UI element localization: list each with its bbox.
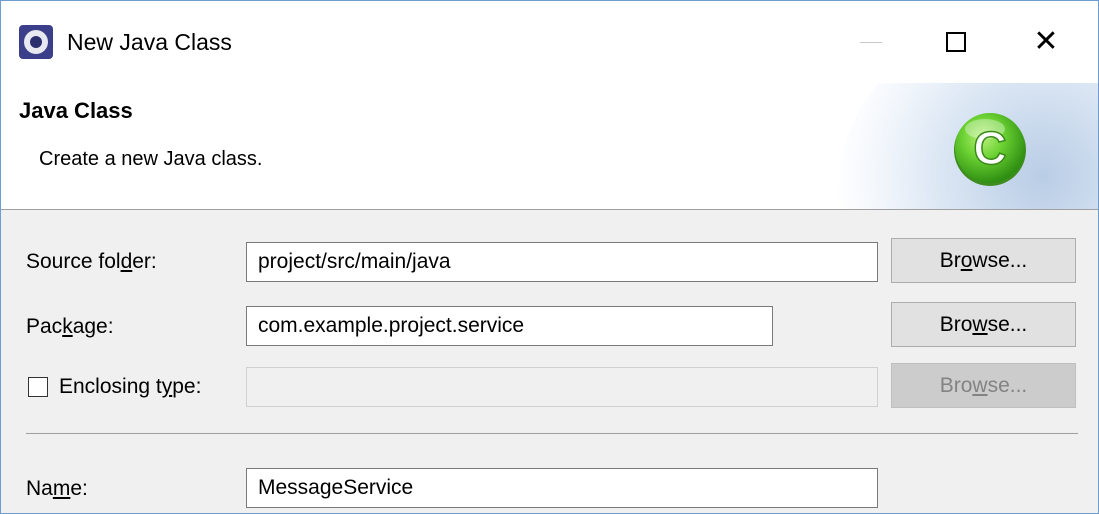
minimize-icon <box>860 41 882 43</box>
maximize-icon <box>946 32 966 52</box>
source-folder-browse-button[interactable]: Browse... <box>891 238 1076 283</box>
title-bar[interactable]: New Java Class ✕ <box>1 1 1098 83</box>
class-form: Source folder: Browse... Package: Browse… <box>1 210 1098 513</box>
source-folder-field[interactable] <box>246 242 878 282</box>
enclosing-type-label[interactable]: Enclosing type: <box>59 373 201 401</box>
form-separator <box>26 433 1078 434</box>
java-class-icon: C <box>954 113 1026 186</box>
source-folder-label: Source folder: <box>26 250 157 273</box>
enclosing-type-field <box>246 367 878 407</box>
java-class-icon-letter: C <box>973 122 1006 174</box>
wizard-page-title: Java Class <box>19 98 133 123</box>
window-title: New Java Class <box>67 29 232 55</box>
close-icon: ✕ <box>1033 24 1059 59</box>
package-label: Package: <box>26 315 114 338</box>
new-java-class-dialog: New Java Class ✕ Java Class Create a new… <box>0 0 1099 514</box>
package-browse-button[interactable]: Browse... <box>891 302 1076 347</box>
eclipse-icon <box>19 25 53 59</box>
name-field[interactable] <box>246 468 878 508</box>
name-label: Name: <box>26 477 88 500</box>
close-button[interactable]: ✕ <box>1013 1 1079 83</box>
enclosing-type-browse-button: Browse... <box>891 363 1076 408</box>
enclosing-type-checkbox[interactable] <box>28 377 48 397</box>
package-field[interactable] <box>246 306 773 346</box>
maximize-button[interactable] <box>923 1 989 83</box>
minimize-button <box>838 1 904 83</box>
wizard-page-description: Create a new Java class. <box>39 148 263 170</box>
wizard-banner: Java Class Create a new Java class. C <box>1 83 1098 210</box>
